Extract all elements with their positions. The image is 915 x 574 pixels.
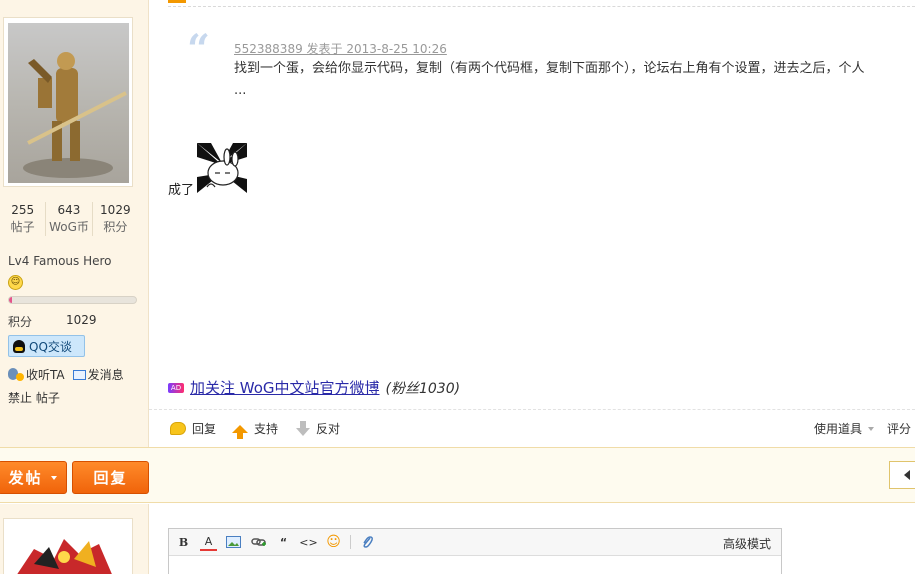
stat-value: 643 <box>57 203 81 217</box>
reply-editor[interactable]: B A “ <> ☺ 高级模式 <box>168 528 782 574</box>
post-action-bar: 回复 支持 反对 使用道具 评分 <box>149 409 915 445</box>
oppose-action-label: 反对 <box>316 422 341 436</box>
link-icon[interactable] <box>250 534 267 551</box>
quote-icon: “ <box>187 26 211 73</box>
points-label: 积分 <box>8 315 33 329</box>
send-message-label: 发消息 <box>87 368 124 382</box>
bold-icon[interactable]: B <box>175 534 192 551</box>
code-icon[interactable]: <> <box>299 534 317 551</box>
user-profile-sidebar: 255 帖子 643 WoG币 1029 积分 Lv4 Famous Hero … <box>0 0 149 447</box>
ban-posts-link[interactable]: 禁止 帖子 <box>8 389 60 406</box>
rank-smiley-icon: ☺ <box>8 275 23 290</box>
thumb-down-arrow-icon <box>296 420 310 436</box>
follow-label: 收听TA <box>26 368 65 382</box>
quote-icon[interactable]: “ <box>275 534 292 551</box>
attachment-icon[interactable] <box>359 534 376 551</box>
avatar[interactable] <box>3 17 133 187</box>
reply-action[interactable]: 回复 <box>170 420 216 437</box>
qq-chat-button[interactable]: QQ交谈 <box>8 335 85 357</box>
signature-follow-link[interactable]: 加关注 WoG中文站官方微博 <box>190 377 380 398</box>
stat-label: WoG币 <box>49 220 89 234</box>
stat-value: 1029 <box>100 203 131 217</box>
toolbar-separator <box>350 535 351 549</box>
image-icon[interactable] <box>225 534 242 551</box>
section-marker <box>168 0 186 3</box>
user-rank[interactable]: Lv4 Famous Hero <box>8 254 112 268</box>
bunny-emoticon-image <box>197 143 247 193</box>
reply-button-label: 回复 <box>93 469 128 487</box>
user-stats: 255 帖子 643 WoG币 1029 积分 <box>0 202 138 236</box>
stat-posts[interactable]: 255 帖子 <box>0 202 45 236</box>
quote-author-link[interactable]: 552388389 发表于 2013-8-25 10:26 <box>234 40 447 57</box>
chevron-down-icon <box>868 426 875 431</box>
reply-button[interactable]: 回复 <box>72 461 149 494</box>
stat-label: 帖子 <box>10 220 35 234</box>
follow-link[interactable]: 收听TA <box>8 366 65 383</box>
thread-toolbar: 发帖 回复 <box>0 447 915 503</box>
support-action-label: 支持 <box>254 422 279 436</box>
avatar-image <box>8 23 129 183</box>
new-post-label: 发帖 <box>8 469 43 487</box>
use-item-dropdown[interactable]: 使用道具 <box>814 420 875 437</box>
thumb-up-arrow-icon <box>232 424 248 439</box>
send-message-link[interactable]: 发消息 <box>72 366 124 383</box>
speech-bubble-icon <box>170 422 186 435</box>
reply-action-label: 回复 <box>192 422 217 436</box>
post-divider <box>168 6 915 7</box>
points-value: 1029 <box>66 313 97 327</box>
stat-label: 积分 <box>103 220 128 234</box>
signature: AD 加关注 WoG中文站官方微博 (粉丝1030) <box>168 377 460 398</box>
mail-icon <box>72 369 86 380</box>
level-progress-bar <box>8 296 137 304</box>
qq-chat-label: QQ交谈 <box>29 339 72 354</box>
stat-coins[interactable]: 643 WoG币 <box>45 202 91 236</box>
signature-fans-count: (粉丝1030) <box>385 380 461 397</box>
rate-label: 评分 <box>887 422 912 436</box>
support-action[interactable]: 支持 <box>232 420 279 439</box>
user-actions: 收听TA 发消息 <box>8 366 124 383</box>
stat-value: 255 <box>11 203 35 217</box>
advanced-mode-link[interactable]: 高级模式 <box>723 535 771 552</box>
smiley-icon[interactable]: ☺ <box>325 534 342 551</box>
editor-toolbar: B A “ <> ☺ 高级模式 <box>169 529 781 556</box>
post-body-text: 成了 <box>168 183 195 198</box>
arrow-left-icon <box>904 470 910 480</box>
prev-page-button[interactable] <box>889 461 915 489</box>
level-progress-fill <box>9 297 12 303</box>
new-post-button[interactable]: 发帖 <box>0 461 67 494</box>
current-user-avatar[interactable] <box>3 518 133 574</box>
quote-body: 找到一个蛋，会给你显示代码，复制（有两个代码框，复制下面那个），论坛右上角有个设… <box>234 61 865 98</box>
chevron-down-icon <box>50 475 57 480</box>
use-item-label: 使用道具 <box>814 422 863 436</box>
qq-penguin-icon <box>13 339 25 353</box>
rate-action[interactable]: 评分 <box>887 420 911 437</box>
font-color-icon[interactable]: A <box>200 534 217 551</box>
oppose-action[interactable]: 反对 <box>296 420 340 437</box>
ad-badge-icon: AD <box>168 382 184 393</box>
follow-user-icon <box>8 368 24 381</box>
stat-points[interactable]: 1029 积分 <box>91 202 138 236</box>
current-user-sidebar <box>0 504 149 574</box>
